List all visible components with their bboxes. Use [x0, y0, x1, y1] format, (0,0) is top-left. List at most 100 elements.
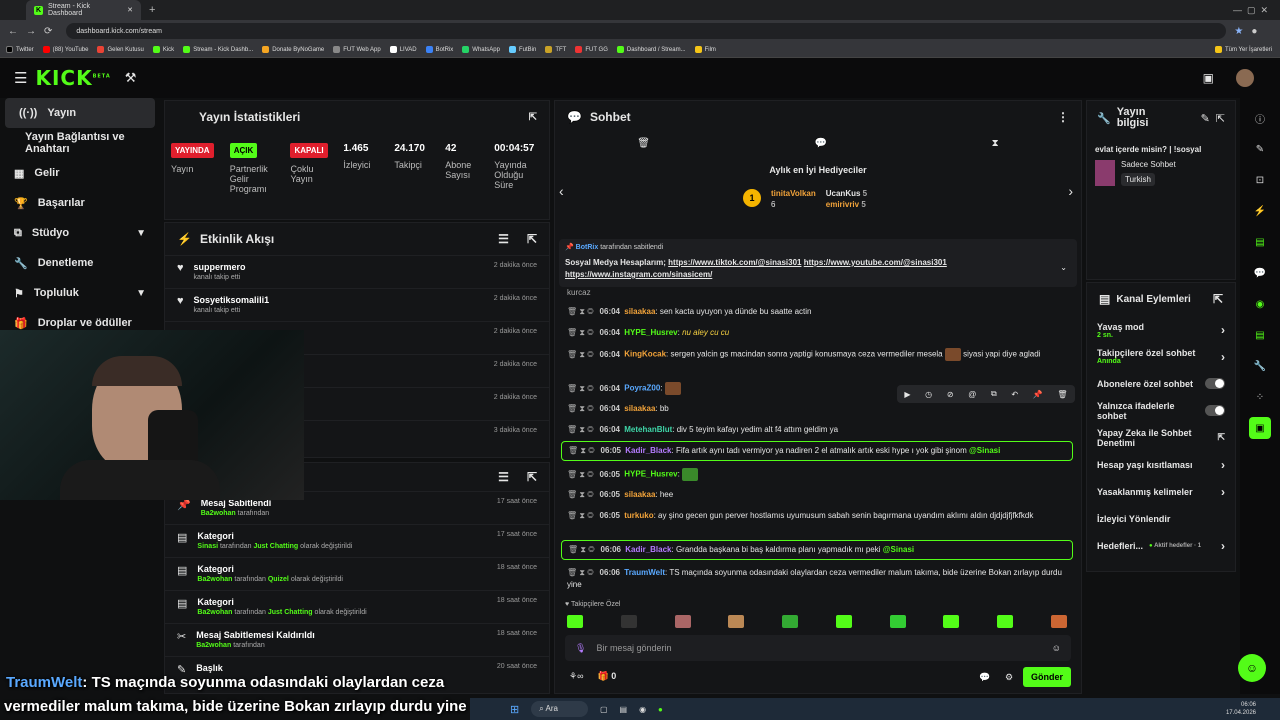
- popout-icon[interactable]: ⇱: [527, 470, 537, 484]
- all-bookmarks[interactable]: Tüm Yer İşaretleri: [1214, 46, 1272, 53]
- slow-mode-row[interactable]: Yavaş mod 2 sn. ›: [1087, 317, 1235, 343]
- bookmark-label: FUT Web App: [343, 46, 381, 53]
- trash-icon[interactable]: 🗑: [637, 138, 650, 149]
- chat-icon[interactable]: 💬: [1249, 262, 1271, 284]
- toggle-switch[interactable]: [1205, 405, 1225, 416]
- focus-icon[interactable]: ⊡: [1249, 169, 1271, 191]
- bookmark-item[interactable]: Stream - Kick Dashb...: [183, 46, 253, 53]
- emotes-only-row[interactable]: Yalnızca ifadelerle sohbet: [1087, 397, 1235, 424]
- bookmark-item[interactable]: FutBin: [508, 46, 536, 53]
- chevron-right-icon[interactable]: ›: [1068, 183, 1073, 199]
- more-options-icon[interactable]: ⋮: [1057, 110, 1069, 124]
- filter-icon[interactable]: ☰: [498, 470, 509, 484]
- hammer-icon[interactable]: ⚒: [125, 70, 137, 86]
- add-widget-icon[interactable]: ▣: [1249, 417, 1271, 439]
- subscribers-only-row[interactable]: Abonelere özel sohbet: [1087, 370, 1235, 397]
- account-age-row[interactable]: Hesap yaşı kısıtlaması ›: [1087, 451, 1235, 478]
- info-icon[interactable]: ⓘ: [1249, 107, 1271, 129]
- chevron-down-icon[interactable]: ⌄: [1060, 263, 1067, 272]
- popout-icon[interactable]: ⇱: [529, 112, 537, 123]
- toggle-switch[interactable]: [1205, 378, 1225, 389]
- sidebar-item-basarilar[interactable]: 🏆 Başarılar: [0, 188, 160, 218]
- broadcast-icon[interactable]: ◉: [1249, 293, 1271, 315]
- clock-icon[interactable]: ◷: [925, 390, 932, 399]
- channel-icon[interactable]: ▤: [1249, 324, 1271, 346]
- profile-icon[interactable]: ●: [1251, 26, 1257, 37]
- close-tab-icon[interactable]: ✕: [127, 6, 133, 14]
- reply-icon[interactable]: ↶: [1011, 390, 1018, 399]
- popout-icon[interactable]: ⇱: [1213, 292, 1223, 306]
- bookmark-item[interactable]: (88) YouTube: [42, 46, 88, 53]
- edit-icon[interactable]: ✎: [1201, 112, 1210, 125]
- emoji-icon[interactable]: ☺: [1052, 643, 1061, 653]
- emote-icon[interactable]: [567, 615, 583, 628]
- menu-icon[interactable]: ☰: [14, 69, 27, 87]
- window-controls[interactable]: — ▢ ✕: [1233, 5, 1268, 16]
- bookmark-item[interactable]: Kick: [152, 46, 174, 53]
- sidebar-item-denetleme[interactable]: 🔧 Denetleme: [0, 248, 160, 278]
- sidebar-item-gelir[interactable]: ▦ Gelir: [0, 158, 160, 188]
- wallet-icon: ▦: [14, 167, 25, 180]
- reload-icon[interactable]: ⟳: [44, 26, 52, 37]
- bookmark-item[interactable]: WhatsApp: [462, 46, 500, 53]
- sidebar-item-topluluk[interactable]: ⚑ Topluluk ▼: [0, 278, 160, 308]
- popout-icon[interactable]: ⇱: [527, 232, 537, 246]
- bookmark-item[interactable]: Donate ByNoGame: [262, 46, 324, 53]
- tv-icon[interactable]: ▣: [1203, 71, 1214, 85]
- pencil-icon[interactable]: ✎: [1249, 138, 1271, 160]
- chat-input[interactable]: 🎙 Bir mesaj gönderin ☺: [565, 635, 1071, 661]
- chevron-left-icon[interactable]: ‹: [559, 183, 564, 199]
- browser-tab[interactable]: K Stream - Kick Dashboard ✕: [26, 0, 141, 20]
- bookmark-item[interactable]: FUT GG: [575, 46, 608, 53]
- host-row[interactable]: İzleyici Yönlendir: [1087, 505, 1235, 532]
- banned-words-row[interactable]: Yasaklanmış kelimeler ›: [1087, 478, 1235, 505]
- apps-icon[interactable]: ⁘: [1249, 386, 1271, 408]
- url-field[interactable]: dashboard.kick.com/stream: [66, 23, 1227, 39]
- new-tab-icon[interactable]: +: [149, 4, 155, 16]
- sidebar-item-stream-key[interactable]: Yayın Bağlantısı ve Anahtarı: [0, 128, 160, 158]
- popout-icon[interactable]: ⇱: [1216, 112, 1225, 125]
- emote-icon[interactable]: [674, 615, 691, 628]
- botrix-icon: [425, 46, 433, 53]
- hourglass-icon[interactable]: ⧗: [992, 138, 999, 149]
- filter-icon[interactable]: ☰: [498, 232, 509, 246]
- emote-icon[interactable]: [1050, 615, 1067, 628]
- bookmark-item[interactable]: BotRix: [425, 46, 453, 53]
- sidebar-item-yayin[interactable]: ((·)) Yayın: [5, 98, 155, 128]
- document-icon[interactable]: ▤: [1249, 231, 1271, 253]
- goals-row[interactable]: Hedefleri... ● Aktif hedefler · 1 ›: [1087, 532, 1235, 559]
- emote-icon[interactable]: [889, 615, 906, 628]
- activity-title: Etkinlik Akışı: [199, 232, 275, 246]
- copy-icon[interactable]: ⧉: [991, 389, 997, 399]
- bookmark-item[interactable]: FUT Web App: [333, 46, 381, 53]
- trash-icon[interactable]: 🗑: [1057, 390, 1067, 399]
- bookmark-item[interactable]: Dashboard / Stream...: [616, 46, 686, 53]
- bookmark-item[interactable]: LIVAD: [389, 46, 417, 53]
- chat-bubble-icon[interactable]: 💬: [815, 138, 827, 149]
- forward-icon[interactable]: →: [26, 26, 36, 37]
- kick-logo[interactable]: KICKBETA: [35, 66, 110, 90]
- ban-icon[interactable]: ⊘: [947, 390, 954, 399]
- emote-icon[interactable]: [835, 615, 852, 628]
- emote-icon[interactable]: [620, 615, 637, 628]
- bookmark-item[interactable]: Film: [694, 46, 716, 53]
- avatar[interactable]: [1236, 69, 1254, 87]
- emote-icon[interactable]: [943, 615, 960, 628]
- bookmark-item[interactable]: Twitter: [6, 46, 34, 53]
- pin-icon[interactable]: 📌: [1033, 390, 1043, 399]
- mention-icon[interactable]: @: [968, 390, 976, 399]
- bookmark-star-icon[interactable]: ★: [1234, 26, 1243, 37]
- wrench-icon[interactable]: 🔧: [1249, 355, 1271, 377]
- play-icon[interactable]: ▶: [904, 390, 910, 399]
- sidebar-item-studyo[interactable]: ⧉ Stüdyo ▼: [0, 218, 160, 248]
- emote-icon[interactable]: [728, 615, 745, 628]
- emote-icon[interactable]: [997, 615, 1014, 628]
- bookmark-item[interactable]: TFT: [545, 46, 566, 53]
- bookmark-item[interactable]: Gelen Kutusu: [97, 46, 144, 53]
- mic-icon[interactable]: 🎙: [575, 643, 586, 654]
- back-icon[interactable]: ←: [8, 26, 18, 37]
- followers-only-row[interactable]: Takipçilere özel sohbet Anında ›: [1087, 343, 1235, 370]
- emote-icon[interactable]: [782, 615, 799, 628]
- bolt-icon[interactable]: ⚡: [1249, 200, 1271, 222]
- ai-moderation-row[interactable]: Yapay Zeka ile Sohbet Denetimi ⇱: [1087, 424, 1235, 451]
